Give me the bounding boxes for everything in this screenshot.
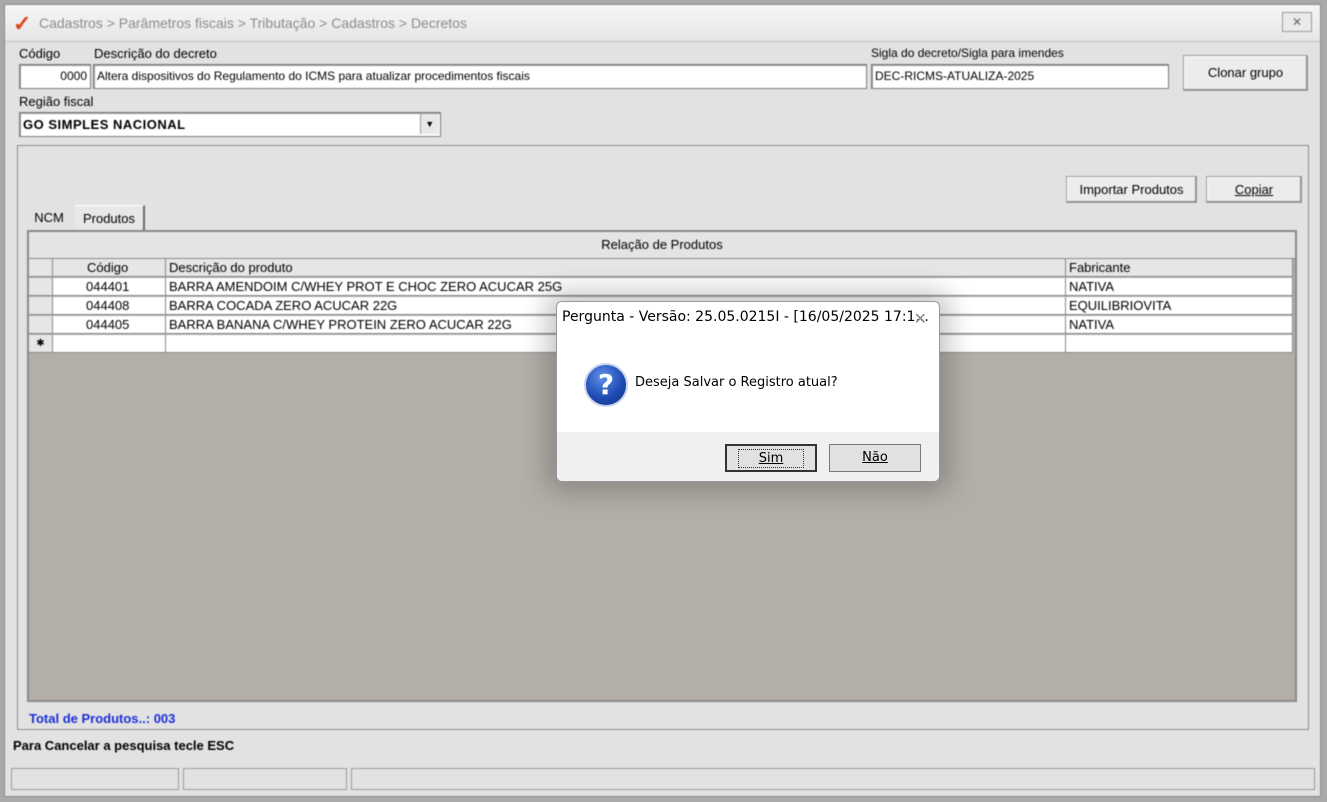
cell-descricao[interactable]: BARRA AMENDOIM C/WHEY PROT E CHOC ZERO A… [166, 278, 1066, 296]
importar-produtos-button[interactable]: Importar Produtos [1066, 176, 1197, 203]
dialog-body: ? Deseja Salvar o Registro atual? [557, 334, 939, 432]
close-icon[interactable]: ✕ [914, 309, 927, 329]
chevron-down-icon[interactable]: ▼ [420, 114, 439, 134]
status-panel [351, 768, 1315, 790]
sim-button-label: Sim [737, 449, 805, 468]
table-row[interactable]: 044401 BARRA AMENDOIM C/WHEY PROT E CHOC… [29, 278, 1295, 296]
descricao-label: Descrição do decreto [94, 46, 217, 61]
clonar-grupo-button[interactable]: Clonar grupo [1183, 55, 1308, 91]
cell-codigo[interactable]: 044401 [53, 278, 166, 296]
grid-caption: Relação de Produtos [29, 232, 1295, 259]
cancel-hint: Para Cancelar a pesquisa tecle ESC [13, 738, 235, 753]
column-header-descricao[interactable]: Descrição do produto [166, 259, 1066, 277]
row-indicator[interactable] [29, 316, 53, 334]
sigla-field[interactable]: DEC-RICMS-ATUALIZA-2025 [871, 64, 1169, 89]
cell-fabricante[interactable]: NATIVA [1066, 316, 1293, 334]
sigla-label: Sigla do decreto/Sigla para imendes [871, 46, 1064, 60]
regiao-select[interactable]: GO SIMPLES NACIONAL ▼ [19, 112, 441, 137]
total-produtos: Total de Produtos..: 003 [29, 711, 176, 726]
cell-codigo[interactable] [53, 335, 166, 353]
regiao-value: GO SIMPLES NACIONAL [23, 117, 186, 132]
descricao-field[interactable]: Altera dispositivos do Regulamento do IC… [93, 64, 867, 89]
tab-ncm[interactable]: NCM [29, 205, 69, 230]
codigo-label: Código [19, 46, 61, 61]
nao-button-label: Não [862, 450, 888, 465]
dialog-message: Deseja Salvar o Registro atual? [635, 375, 838, 390]
cell-codigo[interactable]: 044405 [53, 316, 166, 334]
breadcrumb: Cadastros > Parâmetros fiscais > Tributa… [39, 15, 467, 31]
confirm-dialog: Pergunta - Versão: 25.05.0215I - [16/05/… [556, 301, 940, 482]
status-panel [183, 768, 347, 790]
new-row-icon[interactable]: ✱ [29, 335, 53, 353]
row-indicator-header [29, 259, 53, 277]
cell-fabricante[interactable] [1066, 335, 1293, 353]
cell-codigo[interactable]: 044408 [53, 297, 166, 315]
question-icon: ? [584, 363, 628, 407]
regiao-label: Região fiscal [19, 94, 94, 109]
codigo-field[interactable]: 0000 [19, 64, 91, 89]
close-icon[interactable]: ✕ [1282, 12, 1312, 32]
status-panel [11, 768, 179, 790]
grid-header: Código Descrição do produto Fabricante [29, 259, 1295, 277]
row-indicator[interactable] [29, 278, 53, 296]
nao-button[interactable]: Não [829, 444, 921, 472]
cell-fabricante[interactable]: NATIVA [1066, 278, 1293, 296]
dialog-title: Pergunta - Versão: 25.05.0215I - [16/05/… [562, 309, 929, 325]
app-logo-icon: ✓ [13, 11, 32, 36]
cell-fabricante[interactable]: EQUILIBRIOVITA [1066, 297, 1293, 315]
column-header-fabricante[interactable]: Fabricante [1066, 259, 1293, 277]
column-header-codigo[interactable]: Código [53, 259, 166, 277]
title-bar: ✓ Cadastros > Parâmetros fiscais > Tribu… [5, 5, 1320, 42]
copiar-button[interactable]: Copiar [1206, 176, 1302, 203]
dialog-title-bar: Pergunta - Versão: 25.05.0215I - [16/05/… [557, 302, 939, 334]
tab-produtos[interactable]: Produtos [75, 205, 145, 230]
row-indicator[interactable] [29, 297, 53, 315]
sim-button[interactable]: Sim [725, 444, 817, 472]
dialog-footer: Sim Não [557, 432, 939, 481]
status-bar [11, 768, 1315, 790]
